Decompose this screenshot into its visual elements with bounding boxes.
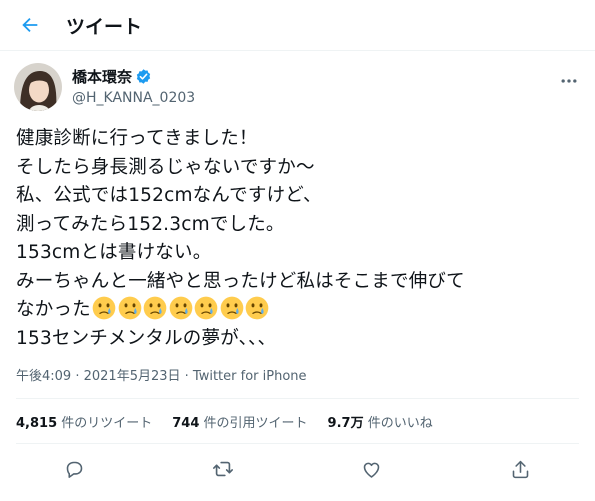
crying-face-icon bbox=[169, 296, 193, 320]
reply-icon bbox=[66, 461, 83, 478]
crying-face-icon bbox=[92, 296, 116, 320]
quote-count: 744 bbox=[172, 415, 200, 431]
tweet-line: 私、公式では152cmなんですけど、 bbox=[16, 185, 322, 206]
author-names: 橋本環奈 @H_KANNA_0203 bbox=[72, 66, 195, 106]
tweet-line: そしたら身長測るじゃないですか〜 bbox=[16, 156, 315, 178]
like-icon bbox=[364, 462, 380, 478]
tweet-time[interactable]: 午後4:09 bbox=[16, 369, 71, 384]
page-title: ツイート bbox=[66, 15, 143, 38]
meta-separator: · bbox=[180, 369, 193, 384]
like-count: 9.7万 bbox=[327, 415, 364, 431]
more-button[interactable] bbox=[559, 71, 579, 95]
verified-badge-icon bbox=[136, 69, 151, 84]
tweet-line-with-emoji: なかった bbox=[16, 296, 579, 325]
avatar[interactable] bbox=[14, 63, 62, 111]
crying-face-icon bbox=[194, 296, 218, 320]
avatar-image bbox=[14, 63, 62, 111]
crying-face-icon bbox=[245, 296, 269, 320]
tweet-stats: 4,815 件のリツイート 744 件の引用ツイート 9.7万 件のいいね bbox=[0, 399, 595, 443]
tweet-line: なかった bbox=[16, 299, 91, 320]
tweet-date[interactable]: 2021年5月23日 bbox=[84, 369, 181, 384]
tweet-source[interactable]: Twitter for iPhone bbox=[193, 369, 307, 384]
retweet-button[interactable] bbox=[205, 451, 241, 487]
tweet-line: 健康診断に行ってきました！ bbox=[16, 128, 258, 149]
quote-label: 件の引用ツイート bbox=[199, 415, 308, 431]
back-arrow-icon bbox=[22, 17, 38, 33]
like-stat[interactable]: 9.7万 件のいいね bbox=[328, 412, 433, 431]
crying-face-icon bbox=[143, 296, 167, 320]
tweet-text: 健康診断に行ってきました！ そしたら身長測るじゃないですか〜 私、公式では152… bbox=[0, 111, 595, 353]
crying-face-icon bbox=[220, 296, 244, 320]
tweet-line: 153センチメンタルの夢が、、、 bbox=[16, 327, 277, 349]
author-handle[interactable]: @H_KANNA_0203 bbox=[72, 90, 195, 106]
reply-button[interactable] bbox=[56, 451, 92, 487]
share-button[interactable] bbox=[503, 451, 539, 487]
tweet-meta: 午後4:09 · 2021年5月23日 · Twitter for iPhone bbox=[0, 353, 595, 384]
display-name-row: 橋本環奈 bbox=[72, 66, 195, 87]
top-bar: ツイート bbox=[0, 0, 595, 51]
like-button[interactable] bbox=[354, 451, 390, 487]
meta-separator: · bbox=[71, 369, 84, 384]
share-icon bbox=[512, 460, 529, 478]
quote-stat[interactable]: 744 件の引用ツイート bbox=[172, 412, 307, 431]
emoji-row bbox=[91, 296, 270, 320]
back-button[interactable] bbox=[8, 3, 52, 47]
more-icon bbox=[561, 79, 577, 83]
tweet-line: みーちゃんと一緒やと思ったけど私はそこまで伸びて bbox=[16, 270, 465, 292]
retweet-icon bbox=[213, 461, 234, 477]
like-label: 件のいいね bbox=[363, 415, 433, 431]
tweet-author: 橋本環奈 @H_KANNA_0203 bbox=[0, 51, 595, 111]
display-name[interactable]: 橋本環奈 bbox=[72, 66, 132, 87]
retweet-label: 件のリツイート bbox=[57, 415, 153, 431]
retweet-count: 4,815 bbox=[16, 415, 58, 431]
crying-face-icon bbox=[118, 296, 142, 320]
action-bar bbox=[0, 444, 595, 494]
retweet-stat[interactable]: 4,815 件のリツイート bbox=[16, 412, 152, 431]
tweet-line: 測ってみたら152.3cmでした。 bbox=[16, 213, 285, 235]
tweet-line: 153cmとは書けない。 bbox=[16, 242, 212, 263]
